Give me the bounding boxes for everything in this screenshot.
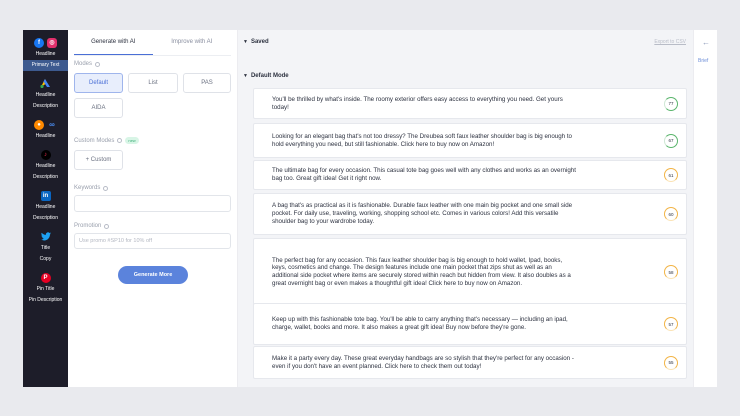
brief-tab[interactable]: Brief [698,58,708,64]
keywords-input[interactable] [74,195,231,212]
custom-modes-label: Custom Modes [74,137,115,144]
caret-down-icon: ▼ [243,39,248,45]
tiktok-icon: ♪ [40,149,51,160]
result-text: The perfect bag for any occasion. This f… [272,256,571,287]
custom-modes-section-label: Custom Modes new [74,137,139,144]
sidebar-item-pin-description[interactable]: Pin Description [23,295,68,306]
result-card[interactable]: Make it a party every day. These great e… [253,346,687,379]
channel-sidebar: f ◎ Headline Primary Text Headline Descr… [23,30,68,387]
result-card[interactable]: The ultimate bag for every occasion. Thi… [253,160,687,190]
score-badge: 57 [664,317,678,331]
reddit-icon: ● [34,119,44,130]
promotion-label: Promotion [74,223,102,229]
sidebar-item-google-headline[interactable]: Headline [23,90,68,101]
saved-section-toggle[interactable]: ▼ Saved [243,39,269,45]
sidebar-group-pinterest: P Pin Title Pin Description [23,265,68,306]
sidebar-item-reddit-headline[interactable]: Headline [23,131,68,142]
tab-generate-with-ai[interactable]: Generate with AI [74,34,153,55]
result-card[interactable]: The perfect bag for any occasion. This f… [253,238,687,306]
add-custom-mode-button[interactable]: + Custom [74,150,123,170]
promotion-input[interactable]: Use promo #SP10 for 10% off [74,233,231,249]
result-card[interactable]: A bag that's as practical as it is fashi… [253,193,687,235]
keywords-label: Keywords [74,185,101,191]
tab-improve-with-ai[interactable]: Improve with AI [153,34,232,55]
linkedin-icon: in [40,190,51,201]
sidebar-item-linkedin-headline[interactable]: Headline [23,202,68,213]
sidebar-item-pin-title[interactable]: Pin Title [23,284,68,295]
mode-pas-button[interactable]: PAS [183,73,231,93]
export-csv-link[interactable]: Export to CSV [654,39,686,45]
arrow-left-icon[interactable]: ← [702,38,710,47]
result-text: A bag that's as practical as it is fashi… [272,202,573,225]
result-text: Keep up with this fashionable tote bag. … [272,316,568,331]
result-text: You'll be thrilled by what's inside. The… [272,95,563,111]
sidebar-item-twitter-copy[interactable]: Copy [23,254,68,265]
result-card[interactable]: Looking for an elegant bag that's not to… [253,123,687,158]
instagram-icon: ◎ [47,37,57,48]
sidebar-group-tiktok: ♪ Headline Description [23,142,68,183]
score-badge: 61 [664,168,678,182]
score-badge: 55 [664,355,678,370]
new-badge: new [125,137,139,144]
result-text: Looking for an elegant bag that's not to… [272,132,572,148]
sidebar-group-linkedin: in Headline Description [23,183,68,224]
sidebar-item-tiktok-description[interactable]: Description [23,172,68,183]
panel-tabs: Generate with AI Improve with AI [74,34,231,56]
result-text: The ultimate bag for every occasion. Thi… [272,167,576,182]
info-icon [104,223,110,229]
sidebar-item-twitter-title[interactable]: Title [23,243,68,254]
modes-section-label: Modes [74,61,101,67]
result-card[interactable]: You'll be thrilled by what's inside. The… [253,88,687,119]
generation-panel: Generate with AI Improve with AI Modes D… [68,30,238,387]
pinterest-icon: P [40,272,51,283]
sidebar-group-google: Headline Description [23,71,68,112]
score-badge: 58 [664,265,678,279]
generate-more-button[interactable]: Generate More [118,266,188,284]
info-icon [95,61,101,67]
mode-list-button[interactable]: List [128,73,178,93]
info-icon [103,185,109,191]
facebook-icon: f [34,37,44,48]
sidebar-group-facebook: f ◎ Headline Primary Text [23,30,68,71]
result-card[interactable]: Keep up with this fashionable tote bag. … [253,303,687,345]
mode-default-button[interactable]: Default [74,73,123,93]
score-badge: 67 [664,133,678,148]
sidebar-item-tiktok-headline[interactable]: Headline [23,161,68,172]
score-badge: 60 [664,207,678,221]
modes-label: Modes [74,61,93,67]
keywords-section-label: Keywords [74,185,109,191]
default-mode-label: Default Mode [250,73,289,79]
info-icon [117,138,123,143]
sidebar-group-reddit: ● ∞ Headline [23,112,68,142]
caret-down-icon: ▼ [243,73,248,79]
sidebar-item-linkedin-description[interactable]: Description [23,213,68,224]
promotion-section-label: Promotion [74,223,110,229]
default-mode-section-toggle[interactable]: ▼ Default Mode [243,73,289,79]
sidebar-item-google-description[interactable]: Description [23,101,68,112]
sidebar-item-facebook-headline[interactable]: Headline [23,49,68,60]
microsoft-icon: ∞ [49,120,55,129]
score-badge: 77 [664,96,678,111]
app-window: f ◎ Headline Primary Text Headline Descr… [23,30,717,387]
results-area: ▼ Saved Export to CSV ▼ Default Mode You… [238,30,693,387]
sidebar-group-twitter: Title Copy [23,224,68,265]
mode-aida-button[interactable]: AIDA [74,98,123,118]
sidebar-item-facebook-primary-text[interactable]: Primary Text [23,60,68,71]
brief-panel: ← Brief [693,30,717,387]
saved-label: Saved [250,39,269,45]
result-text: Make it a party every day. These great e… [272,354,574,370]
